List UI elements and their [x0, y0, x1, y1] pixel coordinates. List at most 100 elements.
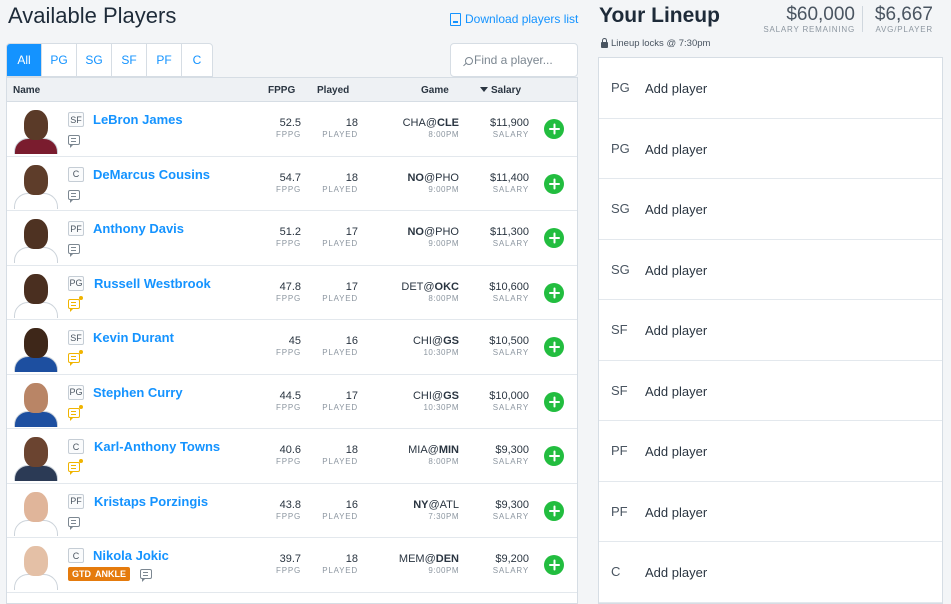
player-position-badge: PG	[68, 384, 84, 400]
game-home-team: CLE	[437, 117, 459, 129]
column-game[interactable]: Game	[421, 85, 449, 96]
player-position-badge: C	[68, 166, 84, 182]
tab-all[interactable]: All	[7, 44, 42, 76]
lineup-slot-position: SF	[611, 322, 628, 337]
player-games-played: 18	[345, 444, 358, 456]
lineup-slot[interactable]: PG Add player	[599, 119, 942, 179]
add-player-button[interactable]	[544, 119, 564, 139]
player-news-icon[interactable]	[68, 350, 83, 366]
lineup-slot[interactable]: SG Add player	[599, 240, 942, 300]
player-search-input[interactable]	[474, 53, 574, 67]
add-player-button[interactable]	[544, 391, 564, 412]
player-row[interactable]: SF LeBron James 52.5 FPPG 18 PLAYED CHA@CLE 8:0…	[7, 102, 577, 157]
injury-badge[interactable]: GTD ANKLE	[68, 567, 130, 581]
add-player-button[interactable]	[544, 337, 564, 357]
lineup-slot-add-player[interactable]: Add player	[645, 323, 707, 338]
played-label: PLAYED	[322, 293, 358, 303]
player-row[interactable]: C Karl-Anthony Towns 40.6 FPPG 18 PLAYED MIA@M…	[7, 429, 577, 484]
add-player-button[interactable]	[544, 282, 564, 303]
news-dot-icon	[79, 404, 83, 409]
lineup-slot[interactable]: SF Add player	[599, 300, 942, 361]
player-row[interactable]: SF Kevin Durant 45 FPPG 16 PLAYED CHI@GS 10:30P…	[7, 320, 577, 375]
tab-sf[interactable]: SF	[112, 44, 147, 76]
avatar-head	[24, 491, 48, 522]
player-row[interactable]: C Nikola Jokic GTD ANKLE 39.7 FPPG 18 PLAYED MEM…	[7, 538, 577, 593]
player-note-icon[interactable]	[140, 569, 152, 582]
lineup-slot-add-player[interactable]: Add player	[645, 444, 707, 459]
column-fppg[interactable]: FPPG	[268, 85, 295, 96]
game-home-team: MIN	[438, 444, 459, 456]
tab-sg[interactable]: SG	[77, 44, 112, 76]
lineup-slot-add-player[interactable]: Add player	[645, 81, 707, 96]
lineup-slot[interactable]: PF Add player	[599, 421, 942, 482]
player-avatar	[12, 487, 59, 536]
lineup-slot[interactable]: SF Add player	[599, 361, 942, 421]
player-fppg: 51.2	[279, 226, 301, 238]
lineup-slot[interactable]: PF Add player	[599, 482, 942, 542]
lineup-slot-add-player[interactable]: Add player	[645, 263, 707, 278]
player-fppg: 43.8	[279, 498, 301, 511]
player-name-link[interactable]: LeBron James	[93, 112, 183, 127]
player-note-icon[interactable]	[68, 244, 80, 257]
player-name-link[interactable]: Stephen Curry	[93, 385, 183, 400]
player-row[interactable]: PG Stephen Curry 44.5 FPPG 17 PLAYED CHI@GS 10:…	[7, 375, 577, 429]
lineup-slot-add-player[interactable]: Add player	[645, 565, 707, 580]
player-game: NO@PHO	[369, 172, 459, 184]
avatar-head	[24, 164, 48, 195]
lineup-slot-add-player[interactable]: Add player	[645, 142, 707, 157]
avatar-jersey	[14, 519, 58, 536]
player-game: CHA@CLE	[369, 117, 459, 129]
player-row[interactable]: PF Anthony Davis 51.2 FPPG 17 PLAYED NO@PHO 9:0…	[7, 211, 577, 266]
tab-pg[interactable]: PG	[42, 44, 77, 76]
player-row[interactable]: C DeMarcus Cousins 54.7 FPPG 18 PLAYED NO@PHO 9…	[7, 157, 577, 211]
add-player-button[interactable]	[544, 446, 564, 466]
player-name-link[interactable]: DeMarcus Cousins	[93, 167, 210, 182]
player-note-icon[interactable]	[68, 516, 80, 530]
download-players-link[interactable]: Download players list	[450, 12, 578, 26]
news-dot-icon	[79, 350, 83, 354]
add-player-button[interactable]	[544, 500, 564, 521]
player-salary: $9,200	[495, 553, 529, 565]
player-name-link[interactable]: Karl-Anthony Towns	[94, 439, 220, 454]
tab-pf[interactable]: PF	[147, 44, 182, 76]
column-name[interactable]: Name	[13, 85, 40, 96]
salary-label: SALARY	[492, 184, 529, 194]
lineup-slot-add-player[interactable]: Add player	[645, 202, 707, 217]
avg-per-player-label: AVG/PLAYER	[875, 25, 933, 34]
lineup-slot-add-player[interactable]: Add player	[645, 505, 707, 520]
player-name-link[interactable]: Anthony Davis	[93, 221, 184, 236]
player-row[interactable]: PF Kristaps Porzingis 43.8 FPPG 16 PLAYED NY@A…	[7, 484, 577, 538]
player-news-icon[interactable]	[68, 459, 83, 475]
column-salary[interactable]: Salary	[480, 85, 521, 96]
lineup-lock-info: Lineup locks @ 7:30pm	[601, 38, 710, 49]
avatar-jersey	[14, 465, 58, 481]
player-salary: $9,300	[495, 444, 529, 456]
avatar-jersey	[14, 138, 58, 154]
player-search-box[interactable]	[450, 43, 578, 77]
player-name-link[interactable]: Kevin Durant	[93, 330, 174, 345]
player-news-icon[interactable]	[68, 295, 83, 312]
lineup-slot[interactable]: SG Add player	[599, 179, 942, 240]
app-root: Available Players Download players list …	[0, 0, 951, 604]
player-games-played: 18	[345, 117, 358, 129]
player-name-link[interactable]: Russell Westbrook	[94, 276, 211, 291]
lineup-slot[interactable]: PG Add player	[599, 58, 942, 119]
add-player-button[interactable]	[544, 555, 564, 575]
avatar-head	[24, 437, 48, 467]
add-player-button[interactable]	[544, 173, 564, 194]
column-played[interactable]: Played	[317, 85, 349, 96]
player-row[interactable]: PG Russell Westbrook 47.8 FPPG 17 PLAYED DET@O…	[7, 266, 577, 320]
lineup-slot[interactable]: C Add player	[599, 542, 942, 603]
player-news-icon[interactable]	[68, 404, 83, 421]
news-dot-icon	[79, 295, 83, 300]
lineup-slot-add-player[interactable]: Add player	[645, 384, 707, 399]
player-name-link[interactable]: Nikola Jokic	[93, 548, 169, 563]
game-away-team: MIA	[408, 444, 428, 456]
player-name-link[interactable]: Kristaps Porzingis	[94, 494, 208, 509]
player-note-icon[interactable]	[68, 189, 80, 203]
add-player-button[interactable]	[544, 228, 564, 248]
tab-c[interactable]: C	[182, 44, 212, 76]
player-note-icon[interactable]	[68, 135, 80, 148]
player-salary: $10,000	[489, 389, 529, 402]
player-games-played: 18	[345, 553, 358, 565]
